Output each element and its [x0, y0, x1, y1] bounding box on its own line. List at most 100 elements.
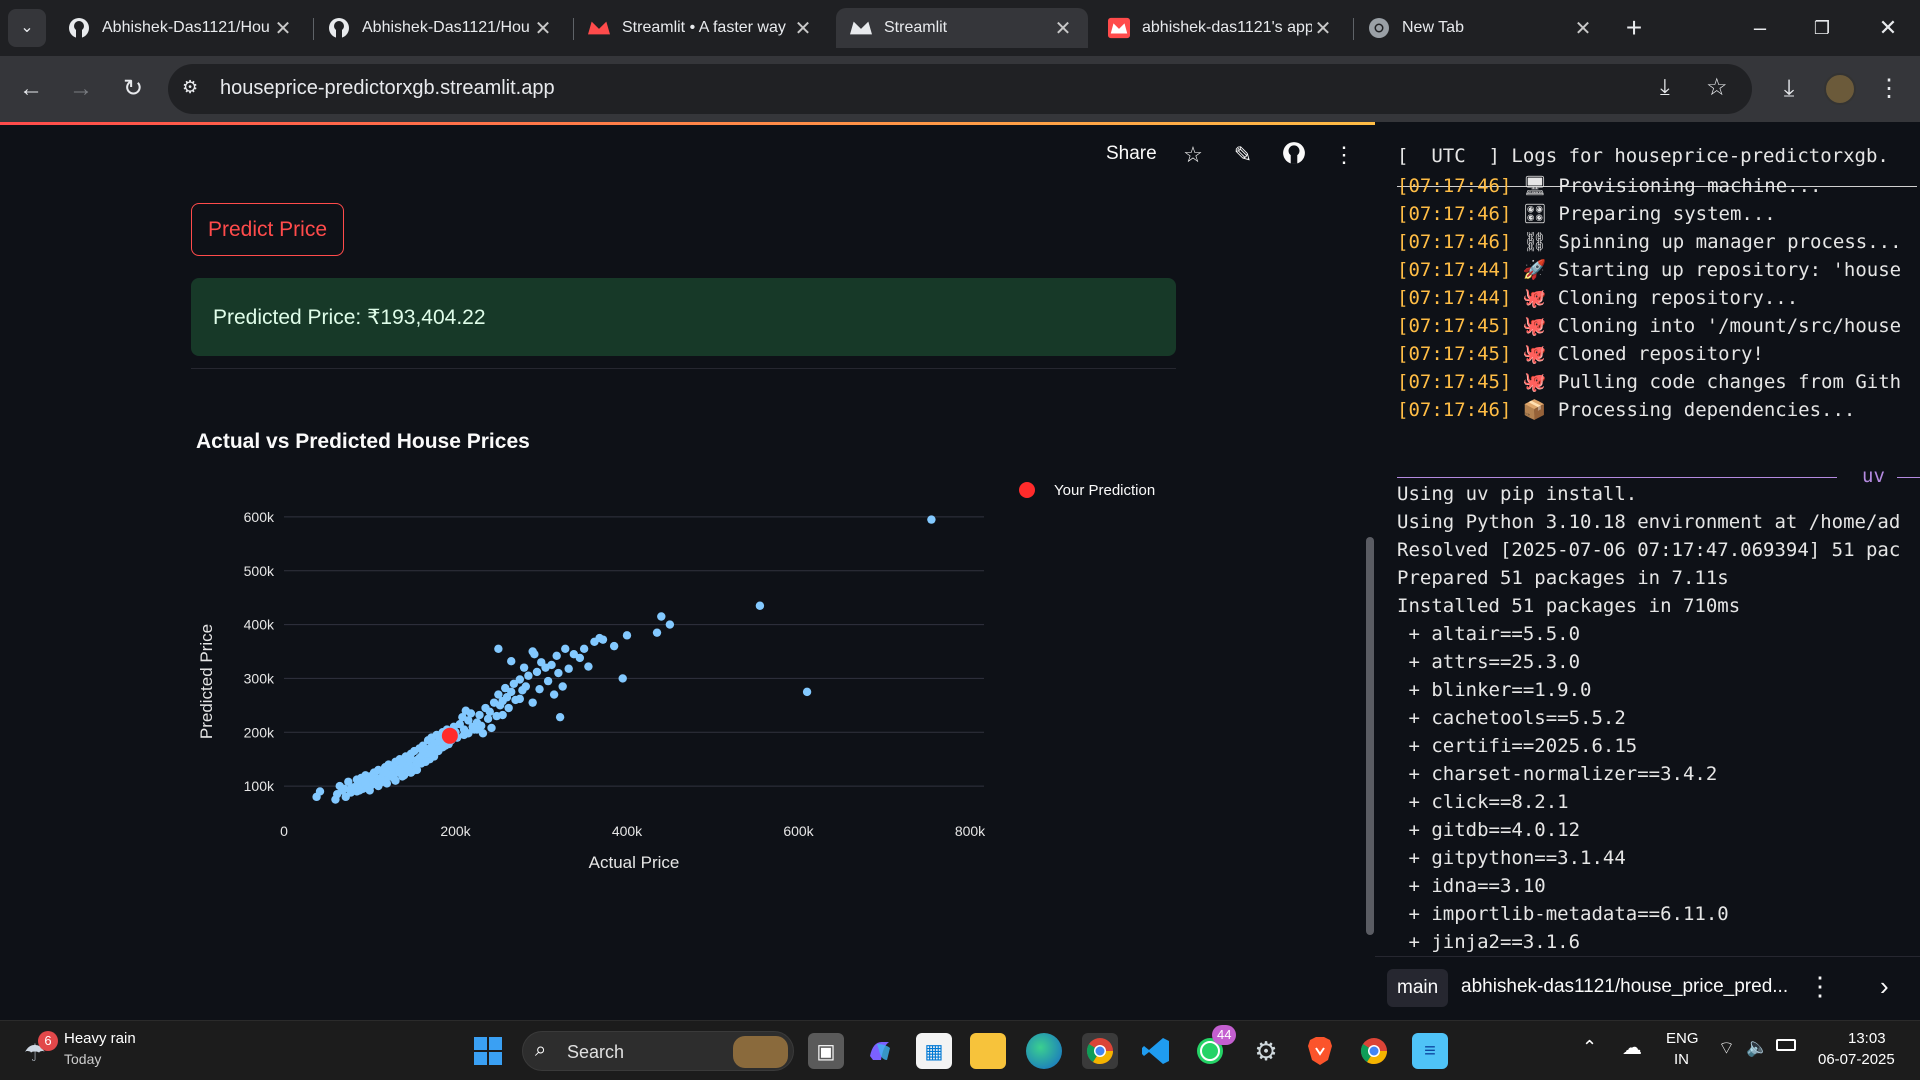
- chrome-active-icon[interactable]: [1082, 1033, 1118, 1069]
- edge-browser-icon[interactable]: [1026, 1033, 1062, 1069]
- log-output-line: + blinker==1.9.0: [1397, 679, 1592, 701]
- chrome-icon: [1368, 17, 1390, 39]
- edit-pencil-icon[interactable]: ✎: [1229, 141, 1257, 169]
- y-tick-label: 200k: [244, 724, 275, 740]
- browser-menu-icon[interactable]: ⋮: [1870, 70, 1908, 108]
- tab-search-chevron-icon[interactable]: ⌄: [8, 9, 46, 47]
- data-point: [543, 676, 553, 686]
- new-tab-plus-icon[interactable]: +: [1614, 12, 1654, 44]
- window-close-icon[interactable]: ✕: [1868, 12, 1908, 44]
- predicted-price-text: Predicted Price: ₹193,404.22: [213, 305, 486, 329]
- data-point: [558, 682, 567, 691]
- branch-chip[interactable]: main: [1387, 969, 1449, 1007]
- log-line: [07:17:45] 🐙 Cloned repository!: [1397, 342, 1764, 365]
- repo-name[interactable]: abhishek-das1121/house_price_pred...: [1461, 976, 1788, 998]
- scrollbar-thumb[interactable]: [1366, 537, 1374, 935]
- microsoft-store-icon[interactable]: ▦: [916, 1033, 952, 1069]
- tab-streamlit-docs[interactable]: Streamlit • A faster way ✕: [574, 8, 828, 48]
- tab-title: Streamlit: [884, 19, 948, 36]
- weather-widget[interactable]: ☂ 6: [22, 1031, 58, 1069]
- data-point: [406, 754, 416, 764]
- more-options-icon[interactable]: ⋮: [1807, 971, 1833, 1002]
- copilot-icon[interactable]: [862, 1033, 898, 1069]
- tray-chevron-up-icon[interactable]: ⌃: [1582, 1037, 1597, 1058]
- downloads-icon[interactable]: ⤓: [1770, 70, 1808, 108]
- region-label[interactable]: IN: [1674, 1051, 1689, 1068]
- data-point: [468, 722, 477, 732]
- whatsapp-icon[interactable]: 44: [1192, 1025, 1237, 1069]
- share-button[interactable]: Share: [1106, 143, 1157, 165]
- close-icon[interactable]: ✕: [1572, 16, 1594, 41]
- log-timestamp: [07:17:44]: [1397, 259, 1512, 281]
- chevron-right-icon[interactable]: ›: [1880, 971, 1889, 1002]
- predict-price-button[interactable]: Predict Price: [191, 203, 344, 256]
- settings-gear-icon[interactable]: ⚙: [1248, 1033, 1284, 1069]
- clock-time[interactable]: 13:03: [1848, 1030, 1886, 1047]
- legend-label: Your Prediction: [1054, 482, 1155, 499]
- close-icon[interactable]: ✕: [1312, 16, 1334, 41]
- tab-github-2[interactable]: Abhishek-Das1121/Hou ✕: [314, 8, 568, 48]
- data-point: [398, 757, 407, 767]
- star-icon[interactable]: ☆: [1179, 141, 1207, 169]
- log-timestamp: [07:17:46]: [1397, 231, 1512, 253]
- forward-arrow-icon[interactable]: →: [62, 70, 100, 108]
- minimize-icon[interactable]: –: [1740, 12, 1780, 44]
- taskbar-search[interactable]: ⌕ Search: [522, 1031, 794, 1071]
- address-bar[interactable]: ⚙ houseprice-predictorxgb.streamlit.app …: [168, 64, 1752, 114]
- divider: [191, 368, 1176, 369]
- tab-new-tab[interactable]: New Tab ✕: [1354, 8, 1608, 48]
- task-view-icon[interactable]: ▣: [808, 1033, 844, 1069]
- site-settings-icon[interactable]: ⚙: [182, 77, 198, 98]
- back-arrow-icon[interactable]: ←: [12, 70, 50, 108]
- data-point: [515, 694, 525, 704]
- brave-browser-icon[interactable]: [1302, 1033, 1338, 1069]
- url-text[interactable]: houseprice-predictorxgb.streamlit.app: [220, 77, 555, 100]
- y-tick-label: 600k: [244, 509, 275, 525]
- github-icon[interactable]: [1280, 141, 1308, 169]
- data-point: [378, 777, 387, 786]
- windows-start-icon[interactable]: [470, 1033, 506, 1069]
- wifi-icon[interactable]: ⌔: [1718, 1037, 1735, 1060]
- scatter-chart[interactable]: Your Prediction 100k 200k 300k 400k 500k 600k…: [191, 475, 1191, 955]
- data-point: [528, 647, 537, 656]
- log-message: 🐙 Cloned repository!: [1511, 343, 1764, 365]
- log-message: 🐙 Pulling code changes from Gith: [1511, 371, 1902, 393]
- close-icon[interactable]: ✕: [1052, 16, 1074, 41]
- clock-date[interactable]: 06-07-2025: [1818, 1051, 1895, 1068]
- log-output-line: Resolved [2025-07-06 07:17:47.069394] 51…: [1397, 539, 1901, 561]
- log-message: 🐙 Cloning repository...: [1511, 287, 1799, 309]
- close-icon[interactable]: ✕: [272, 16, 294, 41]
- log-timestamp: [07:17:45]: [1397, 315, 1512, 337]
- profile-avatar[interactable]: [1824, 73, 1856, 105]
- restore-icon[interactable]: ❐: [1802, 12, 1842, 44]
- reload-icon[interactable]: ↻: [114, 70, 152, 108]
- install-app-icon[interactable]: ⤓: [1660, 74, 1670, 100]
- tab-streamlit-active[interactable]: Streamlit ✕: [836, 8, 1088, 48]
- y-tick-label: 100k: [244, 778, 275, 794]
- data-point: [389, 761, 398, 770]
- notepad-icon[interactable]: ≡: [1412, 1033, 1448, 1069]
- data-point: [498, 710, 507, 720]
- whatsapp-badge: 44: [1212, 1025, 1237, 1045]
- close-icon[interactable]: ✕: [792, 16, 814, 41]
- tab-streamlit-app[interactable]: abhishek-das1121's app ✕: [1094, 8, 1348, 48]
- log-output-line: + gitdb==4.0.12: [1397, 819, 1581, 841]
- file-explorer-icon[interactable]: [970, 1033, 1006, 1069]
- data-point: [315, 787, 325, 796]
- bookmark-star-icon[interactable]: ☆: [1706, 73, 1728, 102]
- data-point: [494, 644, 503, 654]
- language-label[interactable]: ENG: [1666, 1030, 1699, 1047]
- weather-title[interactable]: Heavy rain: [64, 1030, 136, 1047]
- onedrive-cloud-icon[interactable]: ☁: [1622, 1035, 1642, 1060]
- chrome-profile-icon[interactable]: [1356, 1033, 1392, 1069]
- tab-github-1[interactable]: Abhishek-Das1121/Hou ✕: [54, 8, 308, 48]
- log-output-line: + attrs==25.3.0: [1397, 651, 1581, 673]
- battery-icon[interactable]: [1776, 1039, 1796, 1051]
- vscode-icon[interactable]: [1138, 1033, 1174, 1069]
- close-icon[interactable]: ✕: [532, 16, 554, 41]
- weather-badge: 6: [38, 1031, 58, 1051]
- app-menu-icon[interactable]: ⋮: [1330, 141, 1358, 169]
- volume-icon[interactable]: 🔈: [1746, 1037, 1768, 1058]
- data-point: [404, 765, 413, 775]
- log-output-line: + jinja2==3.1.6: [1397, 931, 1581, 953]
